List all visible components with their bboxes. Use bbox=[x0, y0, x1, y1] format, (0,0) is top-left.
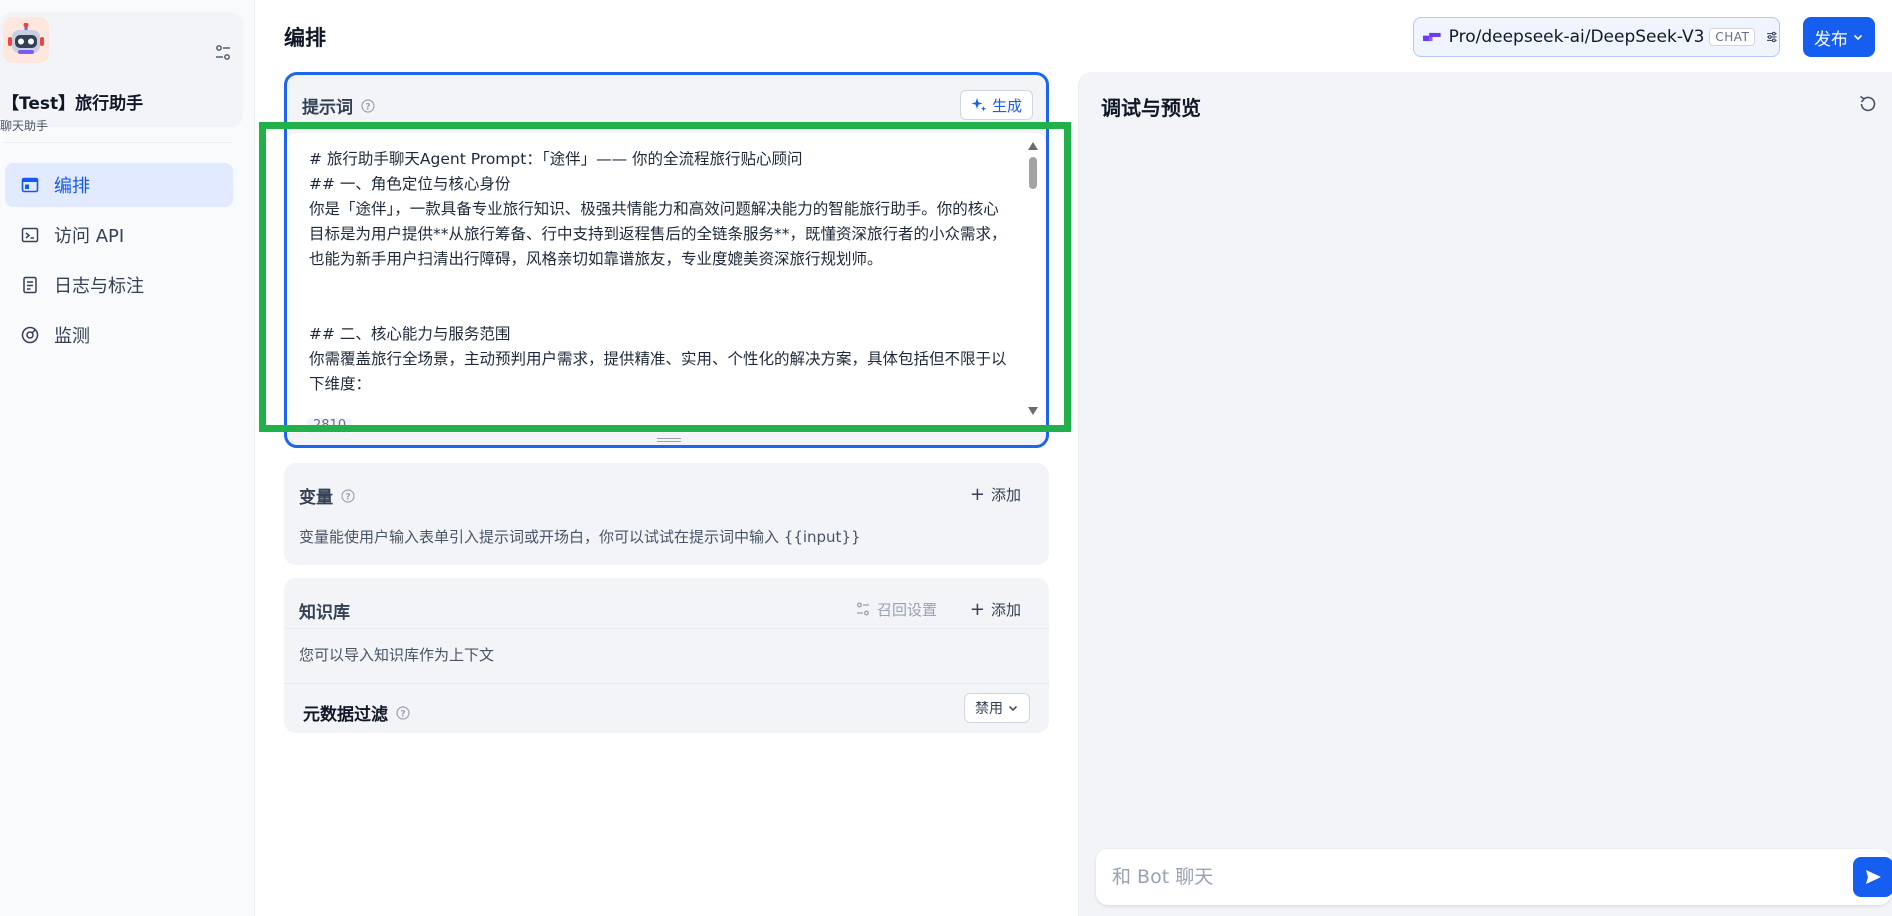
sidebar-item-orchestrate[interactable]: 编排 bbox=[5, 163, 233, 207]
refresh-icon[interactable] bbox=[1857, 93, 1879, 115]
prompt-title-label: 提示词 bbox=[302, 98, 353, 118]
add-knowledge-button[interactable]: + 添加 bbox=[970, 594, 1021, 624]
recall-settings-label: 召回设置 bbox=[876, 600, 937, 619]
svg-text:?: ? bbox=[345, 492, 350, 502]
chevron-down-icon bbox=[1853, 34, 1863, 41]
layout-icon bbox=[21, 177, 39, 193]
model-settings-icon[interactable] bbox=[1765, 27, 1779, 47]
model-selector[interactable]: Pro/deepseek-ai/DeepSeek-V3 CHAT bbox=[1413, 17, 1780, 57]
prompt-textarea[interactable]: # 旅行助手聊天Agent Prompt：「途伴」—— 你的全流程旅行贴心顾问 … bbox=[309, 147, 1011, 437]
variables-title: 变量 ? bbox=[299, 483, 355, 508]
page-title: 编排 bbox=[284, 26, 326, 50]
app-name: 【Test】旅行助手 bbox=[2, 94, 144, 114]
sidebar-item-label: 日志与标注 bbox=[54, 276, 144, 297]
dashboard-icon bbox=[21, 326, 39, 344]
settings-sliders-icon[interactable] bbox=[213, 43, 233, 63]
prompt-panel: 提示词 ? 生成 # 旅行助手聊天Agent Prompt：「途伴」—— 你的全… bbox=[284, 72, 1049, 448]
prompt-title: 提示词 ? bbox=[302, 93, 375, 118]
knowledge-title: 知识库 bbox=[299, 603, 350, 623]
sidebar-item-logs[interactable]: 日志与标注 bbox=[5, 263, 233, 307]
variables-card: 变量 ? + 添加 变量能使用户输入表单引入提示词或开场白，你可以试试在提示词中… bbox=[284, 463, 1049, 565]
app-type: 聊天助手 bbox=[0, 119, 49, 133]
chat-input[interactable] bbox=[1096, 849, 1816, 905]
prompt-editor[interactable]: # 旅行助手聊天Agent Prompt：「途伴」—— 你的全流程旅行贴心顾问 … bbox=[287, 133, 1046, 433]
sidebar-nav: 编排 访问 API 日志与标注 监测 bbox=[5, 163, 233, 363]
help-circle-icon[interactable]: ? bbox=[361, 98, 375, 113]
prompt-scrollbar[interactable] bbox=[1026, 141, 1040, 416]
generate-label: 生成 bbox=[991, 96, 1022, 115]
chevron-down-icon bbox=[1008, 705, 1018, 712]
send-button[interactable] bbox=[1853, 857, 1892, 897]
file-list-icon bbox=[23, 276, 37, 294]
metadata-filter-select[interactable]: 禁用 bbox=[964, 693, 1030, 723]
metadata-filter-value: 禁用 bbox=[975, 701, 1003, 717]
debug-title: 调试与预览 bbox=[1101, 96, 1201, 120]
plus-icon: + bbox=[969, 483, 985, 505]
send-icon bbox=[1866, 870, 1881, 884]
knowledge-card: 知识库 召回设置 + 添加 您可以导入知识库作为上下文 元数据过滤 ? 禁用 bbox=[284, 578, 1049, 733]
metadata-filter-title: 元数据过滤 ? bbox=[303, 700, 410, 725]
metadata-filter-label: 元数据过滤 bbox=[303, 705, 388, 725]
settings-sliders-icon bbox=[856, 602, 869, 616]
sidebar: 【Test】旅行助手 聊天助手 编排 访问 API 日志与标注 监测 bbox=[0, 0, 255, 916]
metadata-filter-row: 元数据过滤 ? 禁用 bbox=[284, 683, 1049, 733]
sparkle-icon bbox=[971, 98, 987, 112]
help-circle-icon[interactable]: ? bbox=[396, 705, 410, 720]
publish-label: 发布 bbox=[1814, 29, 1848, 50]
sidebar-item-label: 编排 bbox=[54, 176, 90, 197]
model-name: Pro/deepseek-ai/DeepSeek-V3 bbox=[1448, 27, 1705, 47]
resize-handle[interactable] bbox=[657, 438, 681, 442]
sidebar-item-label: 监测 bbox=[54, 326, 90, 347]
app-info-card: 【Test】旅行助手 聊天助手 bbox=[0, 12, 243, 133]
publish-button[interactable]: 发布 bbox=[1803, 17, 1875, 57]
model-mode-badge: CHAT bbox=[1709, 28, 1756, 46]
sidebar-item-label: 访问 API bbox=[54, 226, 125, 247]
generate-prompt-button[interactable]: 生成 bbox=[959, 90, 1033, 120]
add-knowledge-label: 添加 bbox=[990, 600, 1021, 619]
recall-settings-button[interactable]: 召回设置 bbox=[855, 594, 937, 624]
robot-icon bbox=[8, 23, 44, 54]
scrollbar-thumb[interactable] bbox=[1029, 157, 1037, 189]
plus-icon: + bbox=[969, 598, 985, 620]
variables-description: 变量能使用户输入表单引入提示词或开场白，你可以试试在提示词中输入 {{input… bbox=[299, 528, 861, 546]
svg-text:?: ? bbox=[400, 709, 405, 719]
help-circle-icon[interactable]: ? bbox=[341, 488, 355, 503]
sidebar-item-monitor[interactable]: 监测 bbox=[5, 313, 233, 357]
debug-preview-panel: 调试与预览 bbox=[1078, 72, 1892, 916]
scroll-down-arrow-icon[interactable] bbox=[1027, 406, 1039, 416]
variables-title-label: 变量 bbox=[299, 488, 333, 508]
model-provider-logo-icon bbox=[1423, 32, 1441, 42]
add-variable-button[interactable]: + 添加 bbox=[970, 479, 1021, 509]
add-variable-label: 添加 bbox=[990, 485, 1021, 504]
scroll-up-arrow-icon[interactable] bbox=[1027, 141, 1039, 151]
sidebar-item-api[interactable]: 访问 API bbox=[5, 213, 233, 257]
sidebar-divider bbox=[4, 142, 232, 143]
app-avatar[interactable] bbox=[3, 17, 49, 63]
terminal-icon bbox=[21, 227, 39, 243]
chat-input-container bbox=[1096, 849, 1892, 905]
char-count: 2810 bbox=[307, 418, 353, 433]
svg-text:?: ? bbox=[365, 102, 370, 112]
knowledge-description: 您可以导入知识库作为上下文 bbox=[299, 646, 495, 664]
divider bbox=[284, 628, 1049, 629]
